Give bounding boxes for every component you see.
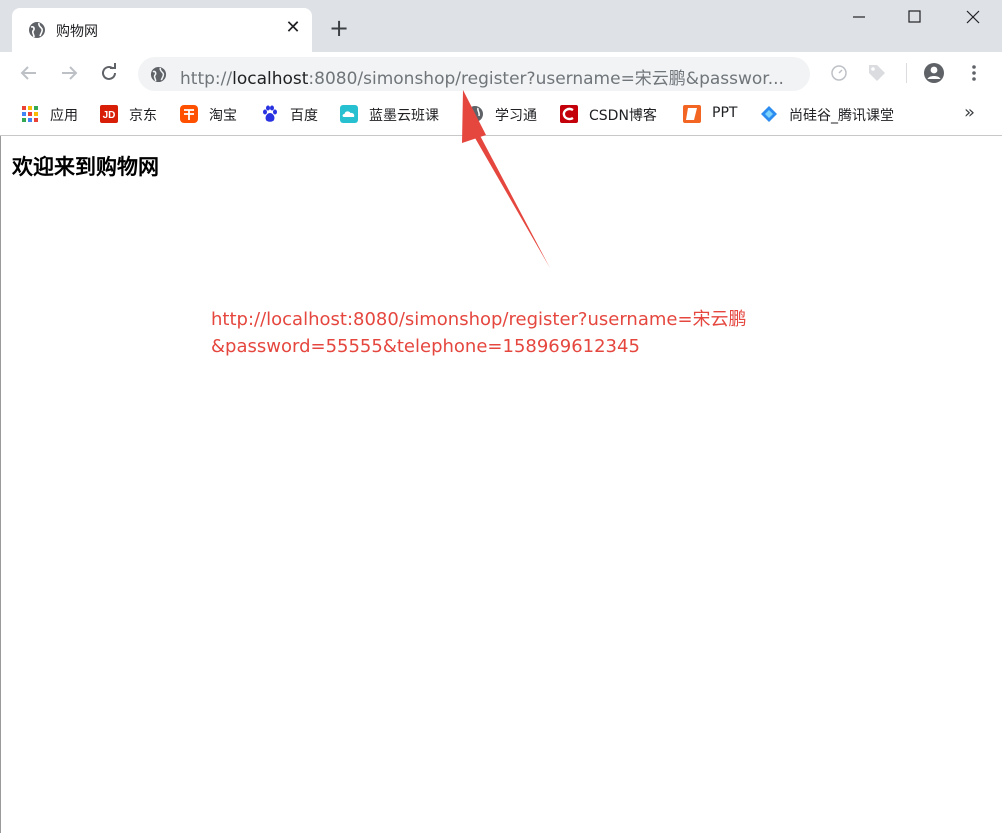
globe-icon bbox=[29, 22, 45, 38]
annotation-line-2: &password=55555&telephone=158969612345 bbox=[211, 336, 640, 357]
bookmark-label: PPT bbox=[712, 105, 738, 121]
url-scheme: http:// bbox=[180, 69, 233, 89]
ppt-icon bbox=[683, 105, 701, 123]
url-annotation: http://localhost:8080/simonshop/register… bbox=[211, 306, 747, 360]
close-tab-icon[interactable]: ✕ bbox=[283, 18, 303, 38]
close-window-icon[interactable] bbox=[962, 6, 984, 28]
tab-title: 购物网 bbox=[56, 24, 98, 40]
title-bar: 购物网 ✕ + bbox=[0, 0, 1002, 52]
site-info-icon[interactable] bbox=[150, 66, 167, 83]
url-host: localhost bbox=[232, 69, 309, 89]
bookmark-label: 百度 bbox=[290, 108, 318, 124]
bookmarks-bar: 应用 JD 京东 淘宝 百度 蓝墨云班课 学习通 CSDN博客 PPT 尚硅谷_… bbox=[0, 94, 1002, 136]
annotation-line-1: http://localhost:8080/simonshop/register… bbox=[211, 309, 747, 330]
bookmark-label: 学习通 bbox=[495, 108, 537, 124]
browser-toolbar: http://localhost:8080/simonshop/register… bbox=[0, 52, 1002, 94]
speed-gauge-icon[interactable] bbox=[828, 62, 850, 84]
forward-arrow-icon[interactable] bbox=[57, 61, 81, 85]
bookmark-label: 淘宝 bbox=[209, 108, 237, 124]
profile-avatar-icon[interactable] bbox=[923, 62, 945, 84]
minimize-icon[interactable] bbox=[848, 6, 870, 28]
back-arrow-icon[interactable] bbox=[17, 61, 41, 85]
tag-extension-icon[interactable] bbox=[866, 62, 888, 84]
taobao-icon bbox=[180, 105, 198, 123]
toolbar-divider bbox=[906, 63, 907, 83]
url-text[interactable]: http://localhost:8080/simonshop/register… bbox=[180, 64, 790, 89]
page-heading: 欢迎来到购物网 bbox=[12, 155, 159, 179]
bookmark-label: CSDN博客 bbox=[589, 108, 657, 124]
address-bar[interactable]: http://localhost:8080/simonshop/register… bbox=[138, 57, 810, 91]
baidu-icon bbox=[263, 105, 277, 122]
xuexitong-icon bbox=[467, 106, 483, 122]
csdn-icon bbox=[560, 105, 578, 123]
new-tab-button[interactable]: + bbox=[328, 16, 350, 40]
jd-icon: JD bbox=[100, 105, 118, 123]
page-content: 欢迎来到购物网 http://localhost:8080/simonshop/… bbox=[0, 136, 1002, 833]
apps-grid-icon bbox=[22, 106, 38, 122]
bookmark-label: 尚硅谷_腾讯课堂 bbox=[789, 108, 894, 124]
svg-text:JD: JD bbox=[103, 110, 116, 121]
active-tab[interactable]: 购物网 ✕ bbox=[12, 8, 312, 52]
menu-kebab-icon[interactable] bbox=[963, 62, 985, 84]
bookmark-label: 蓝墨云班课 bbox=[369, 108, 439, 124]
bookmark-label: 京东 bbox=[129, 108, 157, 124]
lanmo-cloud-icon bbox=[340, 105, 358, 123]
bookmark-label: 应用 bbox=[50, 108, 78, 124]
tencent-classroom-icon bbox=[761, 106, 777, 122]
bookmarks-overflow-button[interactable]: » bbox=[964, 102, 975, 123]
reload-icon[interactable] bbox=[97, 61, 121, 85]
maximize-icon[interactable] bbox=[904, 6, 926, 28]
url-path: :8080/simonshop/register?username=宋云鹏&pa… bbox=[308, 69, 784, 89]
